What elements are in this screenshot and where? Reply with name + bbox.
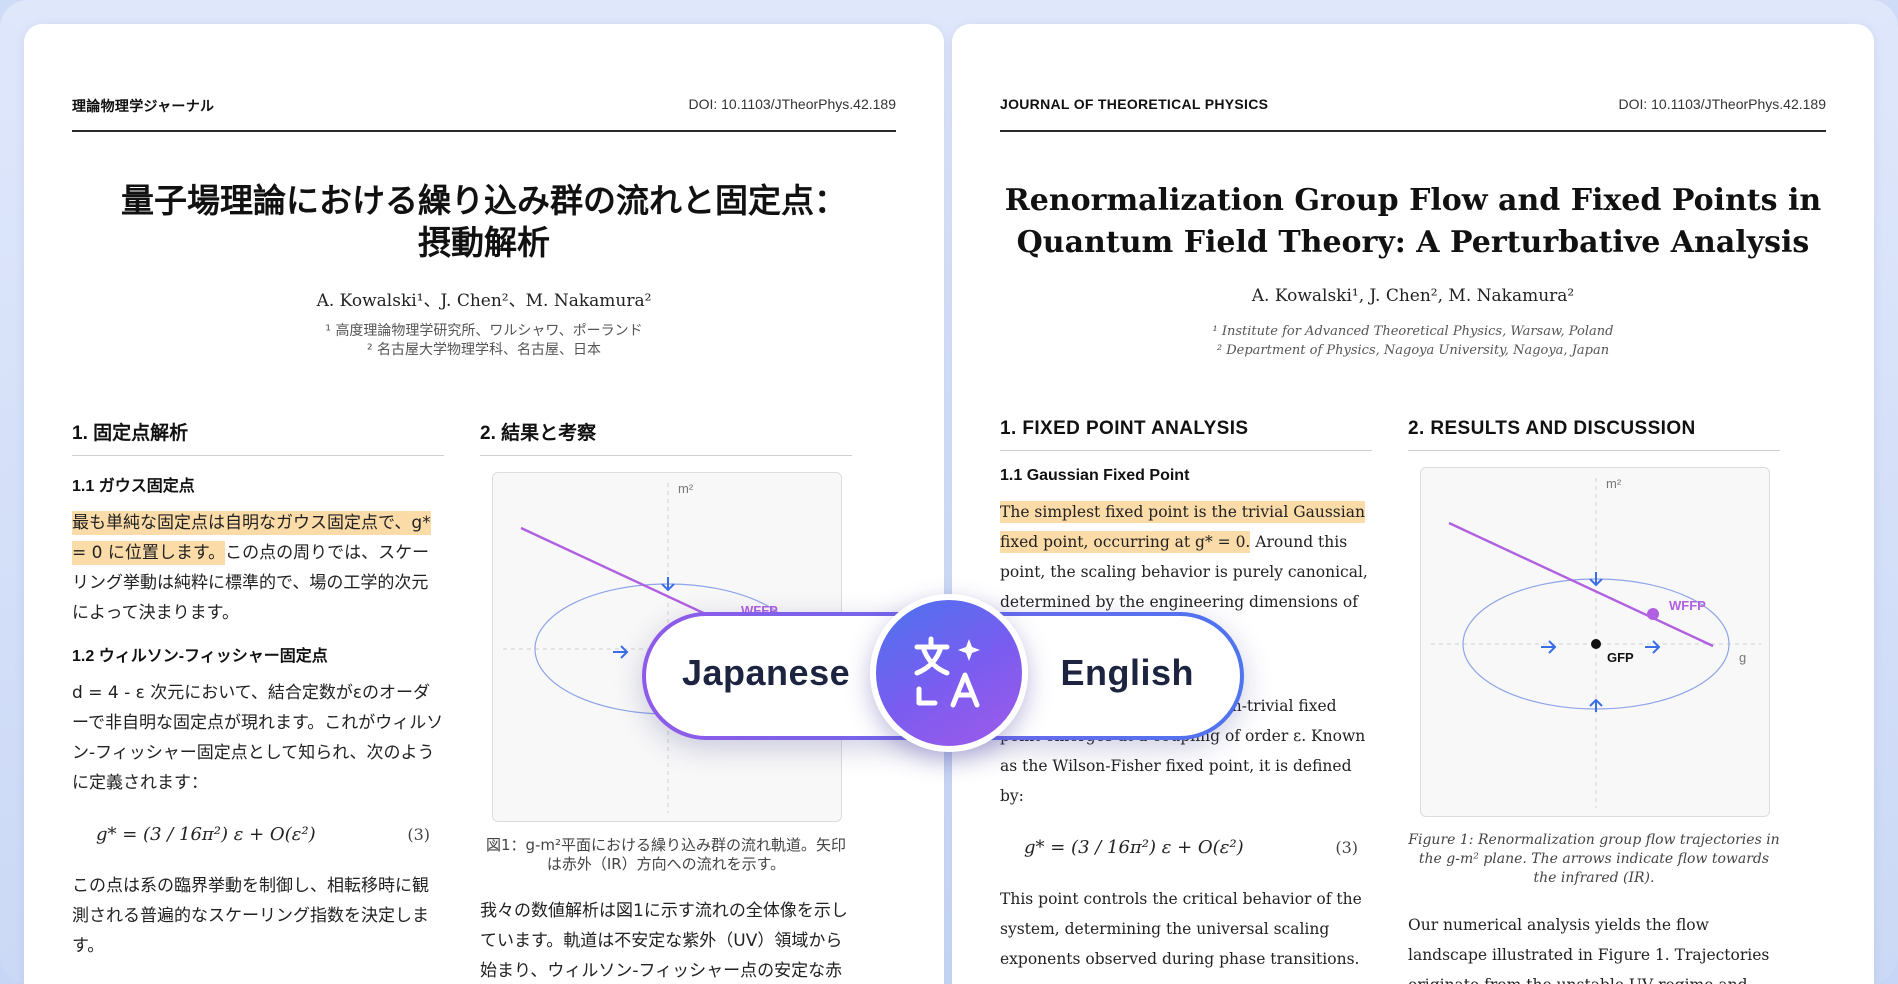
rg-flow-figure: WFFP m² g GFP bbox=[1420, 467, 1770, 817]
title-line: Renormalization Group Flow and Fixed Poi… bbox=[1004, 183, 1822, 218]
subsection-heading: 1.1 ガウス固定点 bbox=[72, 478, 195, 495]
paragraph: この点は系の臨界挙動を制御し、相転移時に観測される普遍的なスケーリング指数を決定… bbox=[72, 876, 429, 956]
flow-diagram: WFFP m² g GFP bbox=[1431, 476, 1761, 808]
x-axis-label: g bbox=[1739, 650, 1746, 665]
affiliation: ¹ 高度理論物理学研究所、ワルシャワ、ポーランド bbox=[325, 323, 643, 339]
paper-title: Renormalization Group Flow and Fixed Poi… bbox=[1000, 180, 1826, 264]
equation: g* = (3 / 16π²) ε + O(ε²) (3) bbox=[1024, 837, 1372, 858]
target-language-label[interactable]: English bbox=[1060, 652, 1194, 694]
affiliation: ² Department of Physics, Nagoya Universi… bbox=[1216, 343, 1610, 358]
paragraph: 我々の数値解析は図1に示す流れの全体像を示しています。軌道は不安定な紫外（UV）… bbox=[480, 901, 848, 981]
title-line: Quantum Field Theory: A Perturbative Ana… bbox=[1016, 225, 1810, 260]
equation-number: (3) bbox=[1335, 838, 1358, 857]
y-axis-label: m² bbox=[678, 481, 694, 496]
title-line: 量子場理論における繰り込み群の流れと固定点： bbox=[121, 181, 847, 220]
affiliation: ¹ Institute for Advanced Theoretical Phy… bbox=[1212, 324, 1614, 339]
figure-caption: 図1：g-m²平面における繰り込み群の流れ軌道。矢印は赤外（IR）方向への流れを… bbox=[485, 836, 847, 873]
translate-icon bbox=[914, 636, 980, 708]
equation-number: (3) bbox=[407, 825, 430, 844]
gfp-label: GFP bbox=[1607, 650, 1634, 665]
authors: A. Kowalski¹, J. Chen², M. Nakamura² bbox=[1251, 286, 1575, 306]
subsection-heading: 1.2 ウィルソン-フィッシャー固定点 bbox=[72, 648, 328, 665]
source-document-page: 理論物理学ジャーナル DOI: 10.1103/JTheorPhys.42.18… bbox=[24, 24, 944, 984]
doi-text: DOI: 10.1103/JTheorPhys.42.189 bbox=[1618, 96, 1826, 112]
authors: A. Kowalski¹、J. Chen²、M. Nakamura² bbox=[316, 291, 652, 311]
doi-text: DOI: 10.1103/JTheorPhys.42.189 bbox=[688, 96, 896, 112]
equation-text: g* = (3 / 16π²) ε + O(ε²) bbox=[1024, 837, 1244, 858]
translated-document-page: JOURNAL OF THEORETICAL PHYSICS DOI: 10.1… bbox=[952, 24, 1874, 984]
title-line: 摂動解析 bbox=[418, 223, 550, 262]
translate-button[interactable] bbox=[870, 594, 1028, 752]
y-axis-label: m² bbox=[1606, 476, 1622, 491]
wffp-point bbox=[1647, 608, 1659, 620]
paragraph: Our numerical analysis yields the flow l… bbox=[1408, 916, 1770, 984]
paragraph: d = 4 - ε 次元において、結合定数がεのオーダーで非自明な固定点が現れま… bbox=[72, 683, 444, 793]
subsection-heading: 1.1 Gaussian Fixed Point bbox=[1000, 467, 1190, 484]
journal-name: JOURNAL OF THEORETICAL PHYSICS bbox=[1000, 96, 1269, 112]
paragraph: 最も単純な固定点は自明なガウス固定点で、g* = 0 に位置します。この点の周り… bbox=[72, 508, 444, 628]
section-heading: 2. RESULTS AND DISCUSSION bbox=[1408, 418, 1780, 451]
section-heading: 1. FIXED POINT ANALYSIS bbox=[1000, 418, 1372, 451]
page-header: 理論物理学ジャーナル DOI: 10.1103/JTheorPhys.42.18… bbox=[72, 70, 896, 132]
equation-text: g* = (3 / 16π²) ε + O(ε²) bbox=[96, 824, 316, 845]
journal-name: 理論物理学ジャーナル bbox=[72, 98, 215, 114]
affiliations: ¹ 高度理論物理学研究所、ワルシャワ、ポーランド ² 名古屋大学物理学科、名古屋… bbox=[72, 322, 896, 360]
section-heading: 2. 結果と考察 bbox=[480, 418, 852, 456]
column-1: 1. 固定点解析 1.1 ガウス固定点 最も単純な固定点は自明なガウス固定点で、… bbox=[72, 418, 444, 961]
section-heading: 1. 固定点解析 bbox=[72, 418, 444, 456]
affiliations: ¹ Institute for Advanced Theoretical Phy… bbox=[1000, 322, 1826, 360]
affiliation: ² 名古屋大学物理学科、名古屋、日本 bbox=[366, 342, 602, 358]
source-language-label[interactable]: Japanese bbox=[682, 652, 850, 694]
wffp-label: WFFP bbox=[1669, 598, 1706, 613]
equation: g* = (3 / 16π²) ε + O(ε²) (3) bbox=[96, 824, 444, 845]
figure-caption: Figure 1: Renormalization group flow tra… bbox=[1408, 832, 1780, 886]
gfp-point bbox=[1591, 639, 1601, 649]
paragraph: This point controls the critical behavio… bbox=[1000, 890, 1362, 968]
page-header: JOURNAL OF THEORETICAL PHYSICS DOI: 10.1… bbox=[1000, 70, 1826, 132]
column-2: 2. RESULTS AND DISCUSSION WFFP m² g GFP bbox=[1408, 418, 1780, 984]
paper-title: 量子場理論における繰り込み群の流れと固定点： 摂動解析 bbox=[72, 180, 896, 264]
